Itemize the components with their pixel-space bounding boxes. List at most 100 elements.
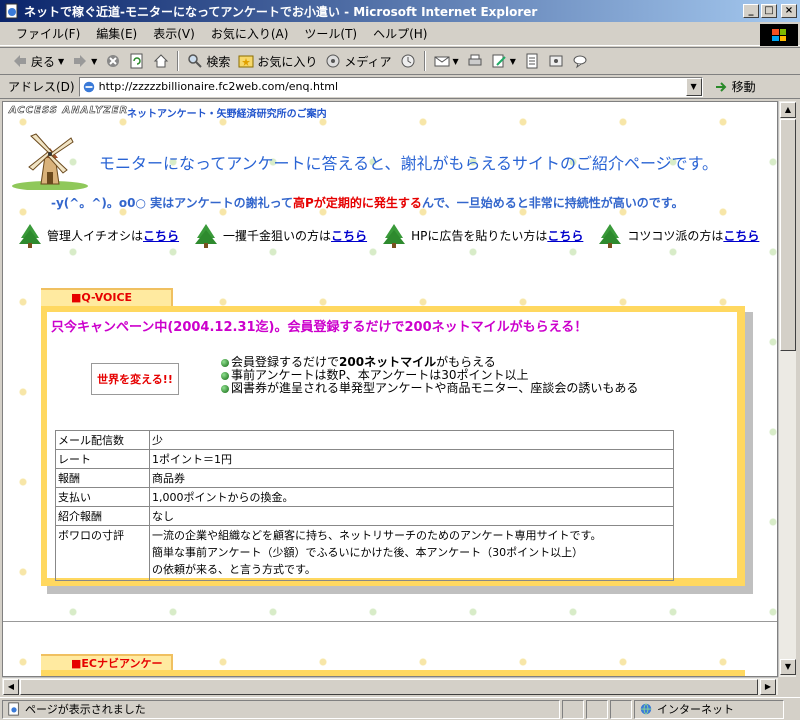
bullet-icon [221, 358, 229, 367]
go-label: 移動 [731, 80, 756, 94]
stop-icon [107, 55, 120, 67]
windmill-icon [12, 133, 88, 190]
feature-list: 会員登録するだけで 200ネットマイル がもらえる 事前アンケートは数P、本アンケー… [221, 356, 638, 395]
forward-dropdown-icon[interactable]: ▼ [91, 57, 97, 66]
windows-flag-icon [772, 29, 786, 41]
status-cell [586, 699, 608, 719]
header-link[interactable]: ネットアンケート・矢野経済研究所のご案内 [127, 105, 327, 120]
messenger-button[interactable] [568, 51, 592, 71]
history-icon [401, 54, 415, 68]
scroll-thumb[interactable] [780, 119, 796, 351]
nav-item-ads: HPに広告を貼りたい方は こちら [381, 222, 583, 248]
media-icon [326, 54, 340, 68]
panel-body: 只今キャンペーン中(2004.12.31迄)。会員登録するだけで200ネットマイ… [47, 312, 737, 581]
status-text: ページが表示されました [25, 703, 146, 716]
table-key: 報酬 [55, 468, 150, 488]
window-title: ネットで稼ぐ近道-モニターになってアンケートでお小遣い - Microsoft … [24, 4, 538, 19]
h-scroll-thumb[interactable] [20, 679, 758, 695]
back-button[interactable]: 戻る ▼ [8, 51, 68, 72]
favorites-label: お気に入り [257, 54, 318, 69]
title-bar: ネットで稼ぐ近道-モニターになってアンケートでお小遣い - Microsoft … [0, 0, 800, 22]
media-label: メディア [344, 54, 392, 69]
search-label: 検索 [206, 54, 231, 69]
review-cell: 一流の企業や組織などを顧客に持ち、ネットリサーチのためのアンケート専用サイトです… [149, 525, 674, 581]
scroll-up-icon[interactable]: ▲ [780, 102, 796, 118]
tree-icon [383, 224, 406, 248]
edit-button[interactable]: ▼ [487, 51, 520, 71]
address-dropdown-icon[interactable]: ▼ [685, 77, 702, 96]
refresh-button[interactable] [125, 51, 149, 71]
nav-text: 一攫千金狙いの方は [223, 228, 332, 243]
nav-text: HPに広告を貼りたい方は [411, 228, 548, 243]
table-key: メール配信数 [55, 430, 150, 450]
close-button[interactable]: × [781, 4, 797, 18]
table-row: レート 1ポイント＝1円 [55, 449, 674, 469]
stop-button[interactable] [101, 51, 125, 71]
nav-link-ads[interactable]: こちら [547, 227, 583, 244]
edit-icon [492, 54, 506, 68]
scroll-left-icon[interactable]: ◀ [3, 679, 19, 695]
go-button[interactable]: 移動 [713, 78, 756, 95]
menu-tools[interactable]: ツール(T) [296, 23, 365, 44]
document-icon [526, 53, 538, 69]
print-button[interactable] [463, 51, 487, 71]
intro-highlight: 高Pが定期的に発生する [293, 196, 422, 210]
print-icon [468, 54, 482, 66]
section-panel-qvoice: 只今キャンペーン中(2004.12.31迄)。会員登録するだけで200ネットマイ… [41, 306, 745, 586]
menu-edit[interactable]: 編集(E) [88, 23, 145, 44]
back-arrow-icon [14, 55, 26, 67]
scroll-down-icon[interactable]: ▼ [780, 659, 796, 675]
status-text-cell: ページが表示されました [2, 699, 560, 719]
home-button[interactable] [149, 51, 173, 71]
nav-link-steady[interactable]: こちら [723, 227, 759, 244]
table-row: 報酬 商品券 [55, 468, 674, 488]
maximize-button[interactable]: □ [761, 4, 777, 18]
table-value: 1ポイント＝1円 [149, 449, 674, 469]
horizontal-scrollbar[interactable]: ◀ ▶ [2, 677, 778, 695]
zone-text: インターネット [657, 703, 734, 716]
nav-link-jackpot[interactable]: こちら [331, 227, 367, 244]
forward-arrow-icon [74, 55, 87, 67]
status-cell [610, 699, 632, 719]
refresh-icon [130, 53, 143, 69]
menu-file[interactable]: ファイル(F) [8, 23, 88, 44]
minimize-button[interactable]: _ [743, 4, 759, 18]
research-button[interactable] [544, 51, 568, 71]
back-dropdown-icon[interactable]: ▼ [58, 57, 64, 66]
address-input[interactable]: http://zzzzzbillionaire.fc2web.com/enq.h… [78, 76, 703, 97]
address-url: http://zzzzzbillionaire.fc2web.com/enq.h… [98, 80, 339, 93]
table-value: 少 [149, 430, 674, 450]
table-value: 商品券 [149, 468, 674, 488]
nav-link-recommend[interactable]: こちら [143, 227, 179, 244]
banner-button[interactable]: 世界を変える!! [91, 363, 179, 395]
bullet-icon [221, 384, 229, 393]
vertical-scrollbar[interactable]: ▲ ▼ [778, 101, 796, 677]
page-title: モニターになってアンケートに答えると、謝礼がもらえるサイトのご紹介ページです。 [99, 154, 719, 173]
nav-row: 管理人イチオシは こちら 一攫千金狙いの方は こちら HPに広告を貼りたい方は こちら… [17, 222, 773, 248]
table-row: 支払い 1,000ポイントからの換金。 [55, 487, 674, 507]
access-analyzer-logo[interactable]: ACCESS ANALYZER [9, 105, 128, 117]
status-bar: ページが表示されました インターネット [0, 697, 800, 720]
media-button[interactable]: メディア [321, 51, 395, 72]
edit-dropdown-icon[interactable]: ▼ [510, 57, 516, 66]
address-bar: アドレス(D) http://zzzzzbillionaire.fc2web.c… [0, 75, 800, 99]
search-button[interactable]: 検索 [183, 51, 234, 72]
forward-button[interactable]: ▼ [68, 51, 101, 71]
toolbar-separator [177, 51, 180, 71]
tree-icon [599, 224, 622, 248]
mail-dropdown-icon[interactable]: ▼ [453, 57, 459, 66]
status-cell [562, 699, 584, 719]
menu-favorites[interactable]: お気に入り(A) [203, 23, 297, 44]
mail-button[interactable]: ▼ [430, 51, 463, 71]
history-button[interactable] [396, 51, 420, 71]
menu-help[interactable]: ヘルプ(H) [365, 23, 435, 44]
go-arrow-icon [715, 81, 727, 92]
table-key: ボワロの寸評 [55, 525, 150, 581]
list-item: 図書券が進呈される単発型アンケートや商品モニター、座談会の誘いもある [221, 382, 638, 395]
globe-icon [640, 703, 652, 715]
page-done-icon [8, 702, 19, 716]
favorites-button[interactable]: お気に入り [234, 51, 321, 72]
discuss-button[interactable] [520, 51, 544, 71]
scroll-right-icon[interactable]: ▶ [760, 679, 776, 695]
menu-view[interactable]: 表示(V) [145, 23, 203, 44]
